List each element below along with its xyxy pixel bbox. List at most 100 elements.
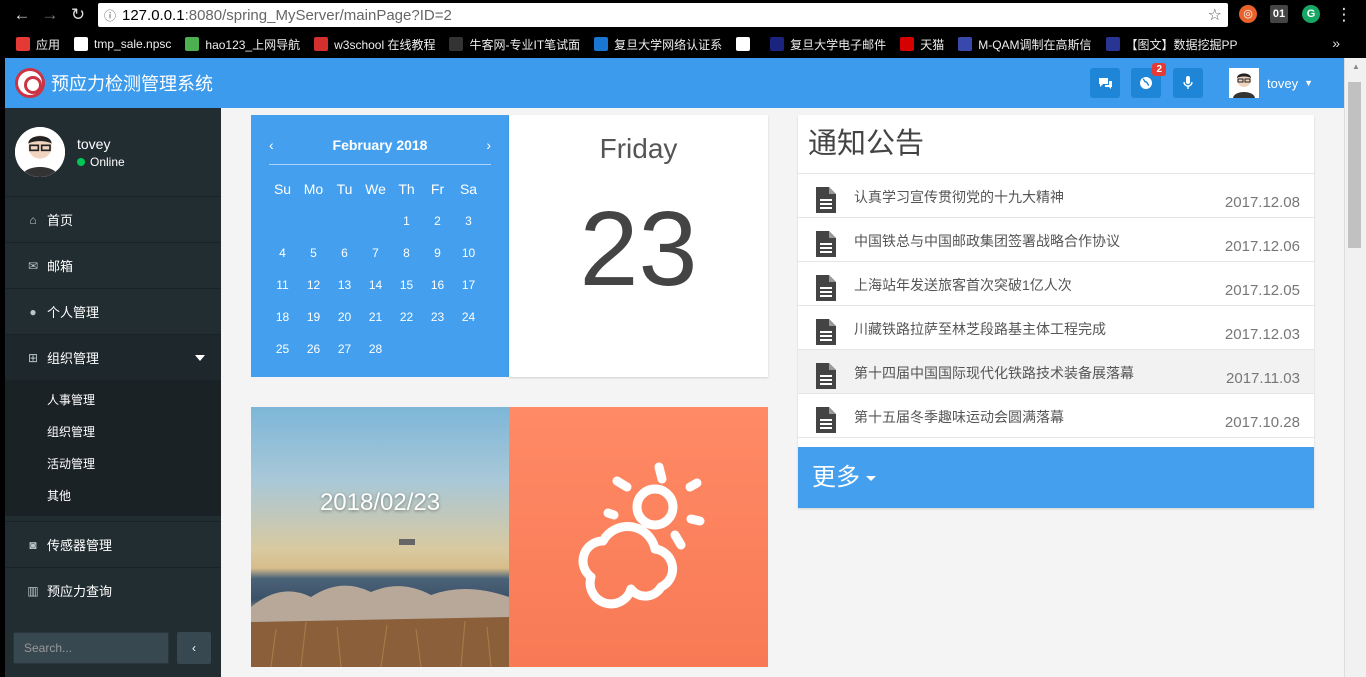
calendar-day[interactable]: 18 [267, 310, 298, 324]
bookmark-item[interactable]: 天猫 [900, 36, 944, 53]
bookmark-item[interactable]: w3school 在线教程 [314, 36, 435, 53]
bar-chart-icon: ▥ [27, 583, 39, 598]
reload-icon[interactable]: ↻ [64, 1, 92, 29]
calendar-day[interactable]: 22 [391, 310, 422, 324]
user-icon: ● [29, 304, 37, 319]
sidebar-search-input[interactable]: Search... [13, 632, 169, 664]
calendar-day[interactable]: 3 [453, 214, 484, 228]
bookmark-item[interactable]: 复旦大学电子邮件 [770, 36, 886, 53]
notice-item-title[interactable]: 中国铁总与中国邮政集团签署战略合作协议 [854, 231, 1120, 251]
sidebar-collapse-button[interactable]: ‹ [177, 632, 211, 664]
more-button[interactable]: 更多 [798, 447, 1314, 508]
notice-item[interactable]: 认真学习宣传贯彻党的十九大精神 2017.12.08 [798, 174, 1314, 218]
notice-item[interactable]: 第十五届冬季趣味运动会圆满落幕 2017.10.28 [798, 394, 1314, 438]
notice-item[interactable]: 中国铁总与中国邮政集团签署战略合作协议 2017.12.06 [798, 218, 1314, 262]
notice-item-title[interactable]: 第十四届中国国际现代化铁路技术装备展落幕 [854, 363, 1134, 383]
sidebar-item-query[interactable]: ▥ 预应力查询 [5, 567, 221, 613]
notice-item-title[interactable]: 上海站年发送旅客首次突破1亿人次 [854, 275, 1072, 295]
extension-icon[interactable]: ◎ [1239, 5, 1257, 23]
bookmark-item[interactable]: 复旦大学网络认证系 [594, 36, 722, 53]
forward-icon[interactable]: → [36, 1, 64, 29]
bookmark-favicon-icon [594, 37, 609, 51]
notice-item-title[interactable]: 川藏铁路拉萨至林芝段路基主体工程完成 [854, 319, 1106, 339]
bookmark-item[interactable]: hao123_上网导航 [185, 36, 300, 53]
notifications-button[interactable]: 2 [1131, 63, 1166, 98]
notice-item[interactable]: 上海站年发送旅客首次突破1亿人次 2017.12.05 [798, 262, 1314, 306]
calendar-day[interactable]: 17 [453, 278, 484, 292]
bookmark-item[interactable]: tmp_sale.npsc [74, 37, 171, 51]
brand-title: 预应力检测管理系统 [51, 74, 213, 94]
calendar-day[interactable]: 7 [360, 246, 391, 260]
bookmark-favicon-icon [1105, 37, 1120, 51]
calendar-day[interactable]: 27 [329, 342, 360, 356]
calendar-day[interactable]: 1 [391, 214, 422, 228]
notice-board: 通知公告 认真学习宣传贯彻党的十九大精神 2017.12.08 中国铁总与中国邮政集… [798, 115, 1314, 508]
calendar-day[interactable]: 4 [267, 246, 298, 260]
photo-card: 2018/02/23 [251, 407, 509, 667]
sidebar-item-home[interactable]: ⌂ 首页 [5, 196, 221, 242]
submenu-item-org[interactable]: 组织管理 [5, 416, 221, 448]
submenu-item-other[interactable]: 其他 [5, 480, 221, 512]
calendar-day[interactable]: 20 [329, 310, 360, 324]
avatar [1229, 68, 1259, 98]
bookmark-star-icon[interactable]: ☆ [1208, 5, 1222, 25]
partly-cloudy-icon [578, 462, 705, 609]
weekday-label: Friday [599, 133, 678, 164]
calendar-prev-button[interactable]: ‹ [269, 137, 274, 153]
back-icon[interactable]: ← [8, 1, 36, 29]
calendar-day[interactable]: 25 [267, 342, 298, 356]
bookmark-item[interactable]: 应用 [16, 36, 60, 53]
sidebar-item-organization[interactable]: ⊞ 组织管理 [5, 334, 221, 380]
submenu-item-activity[interactable]: 活动管理 [5, 448, 221, 480]
calendar-day[interactable]: 23 [422, 310, 453, 324]
calendar-day[interactable]: 26 [298, 342, 329, 356]
weekday-header: Su [273, 181, 292, 197]
sidebar-item-mail[interactable]: ✉ 邮箱 [5, 242, 221, 288]
calendar-day[interactable]: 11 [267, 278, 298, 292]
scroll-up-icon[interactable]: ▲ [1352, 62, 1360, 71]
sidebar-item-sensors[interactable]: ◙ 传感器管理 [5, 521, 221, 567]
scrollbar-thumb[interactable] [1348, 82, 1361, 248]
bookmark-item[interactable]: 【图文】数据挖掘PP [1105, 36, 1238, 53]
calendar-day[interactable]: 16 [422, 278, 453, 292]
voice-button[interactable] [1173, 68, 1203, 98]
site-info-icon[interactable]: ⓘ [98, 7, 122, 24]
calendar-widget: ‹ February 2018 › Su Mo Tu We Th Fr Sa 1 2 3 4 5 6 7 8… [251, 115, 509, 377]
brand[interactable]: 预应力检测管理系统 [15, 68, 213, 98]
calendar-day[interactable]: 9 [422, 246, 453, 260]
bookmark-item[interactable]: M-QAM调制在高斯信 [958, 36, 1092, 53]
user-menu[interactable]: tovey ▼ [1229, 68, 1313, 98]
calendar-day[interactable]: 12 [298, 278, 329, 292]
calendar-day[interactable]: 19 [298, 310, 329, 324]
address-bar[interactable]: ⓘ 127.0.0.1:8080/spring_MyServer/mainPag… [98, 3, 1228, 27]
more-bookmarks-icon[interactable]: » [1332, 35, 1340, 51]
calendar-day[interactable]: 10 [453, 246, 484, 260]
notice-item[interactable]: 第十四届中国国际现代化铁路技术装备展落幕 2017.11.03 [798, 350, 1314, 394]
calendar-next-button[interactable]: › [486, 137, 491, 153]
bookmark-favicon-icon [736, 37, 751, 51]
extension-icon[interactable]: 01 [1270, 5, 1288, 23]
calendar-day[interactable]: 5 [298, 246, 329, 260]
calendar-day[interactable]: 2 [422, 214, 453, 228]
calendar-day[interactable]: 6 [329, 246, 360, 260]
document-icon [816, 231, 836, 257]
calendar-day[interactable]: 13 [329, 278, 360, 292]
bookmark-favicon-icon [74, 37, 89, 51]
calendar-day[interactable]: 28 [360, 342, 391, 356]
browser-menu-icon[interactable]: ⋮ [1330, 1, 1358, 29]
messages-button[interactable] [1090, 68, 1120, 98]
calendar-day[interactable]: 24 [453, 310, 484, 324]
sidebar-item-personal[interactable]: ● 个人管理 [5, 288, 221, 334]
bookmark-item[interactable] [736, 37, 756, 51]
calendar-day[interactable]: 15 [391, 278, 422, 292]
page-scrollbar[interactable]: ▲ [1344, 58, 1366, 677]
notice-item-title[interactable]: 第十五届冬季趣味运动会圆满落幕 [854, 407, 1064, 427]
calendar-day[interactable]: 8 [391, 246, 422, 260]
submenu-item-hr[interactable]: 人事管理 [5, 384, 221, 416]
calendar-day[interactable]: 21 [360, 310, 391, 324]
grammarly-icon[interactable]: G [1302, 5, 1320, 23]
bookmark-item[interactable]: 牛客网-专业IT笔试面 [449, 36, 580, 53]
notice-item[interactable]: 川藏铁路拉萨至林芝段路基主体工程完成 2017.12.03 [798, 306, 1314, 350]
notice-item-title[interactable]: 认真学习宣传贯彻党的十九大精神 [854, 187, 1064, 207]
calendar-day[interactable]: 14 [360, 278, 391, 292]
